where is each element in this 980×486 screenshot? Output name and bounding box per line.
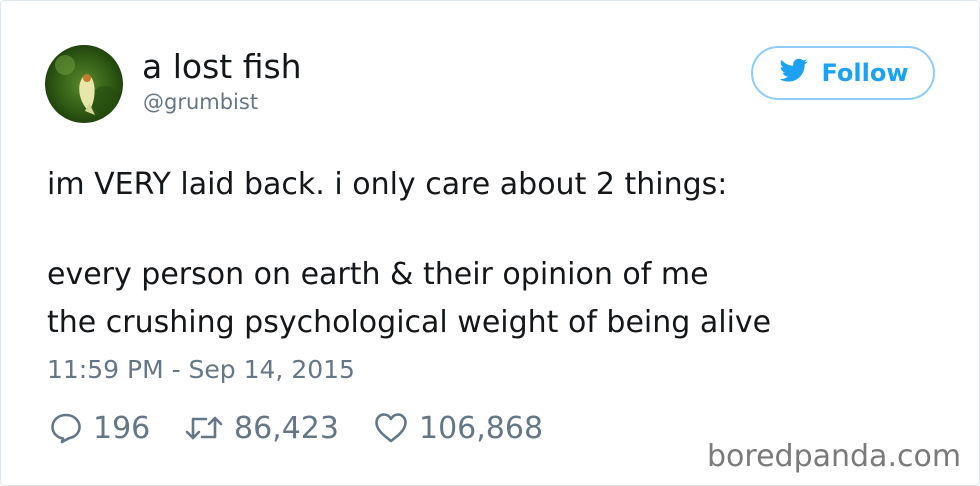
- retweet-count: 86,423: [234, 410, 339, 446]
- like-count: 106,868: [419, 410, 544, 446]
- retweet-button[interactable]: 86,423: [184, 406, 339, 450]
- watermark: boredpanda.com: [707, 439, 962, 474]
- tweet-text-line-1: im VERY laid back. i only care about 2 t…: [47, 167, 728, 202]
- follow-button[interactable]: Follow: [751, 46, 935, 100]
- author-handle[interactable]: @grumbist: [143, 90, 258, 114]
- reply-button[interactable]: 196: [49, 406, 150, 450]
- reply-count: 196: [93, 410, 151, 446]
- retweet-icon: [184, 411, 224, 445]
- like-button[interactable]: 106,868: [373, 406, 543, 450]
- tweet-text-line-2: every person on earth & their opinion of…: [47, 257, 709, 292]
- avatar[interactable]: [45, 45, 123, 123]
- twitter-bird-icon: [777, 56, 811, 90]
- tweet-timestamp[interactable]: 11:59 PM - Sep 14, 2015: [47, 355, 355, 384]
- tweet-card: a lost fish @grumbist Follow im VERY lai…: [0, 0, 980, 486]
- heart-icon: [373, 411, 409, 445]
- follow-label: Follow: [821, 59, 909, 87]
- tweet-text-line-3: the crushing psychological weight of bei…: [47, 305, 772, 340]
- author-name[interactable]: a lost fish: [142, 47, 302, 86]
- reply-icon: [49, 411, 83, 445]
